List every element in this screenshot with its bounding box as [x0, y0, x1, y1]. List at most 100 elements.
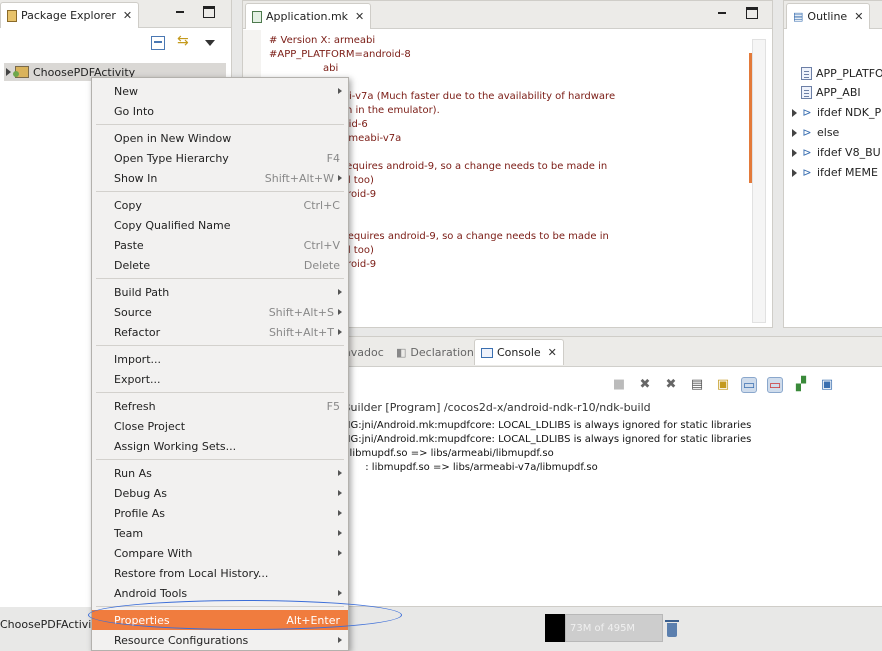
menu-item-paste[interactable]: Paste Ctrl+V — [92, 235, 348, 255]
show-when-stdout-icon[interactable]: ▭ — [741, 377, 757, 393]
menu-item-properties[interactable]: Properties Alt+Enter — [92, 610, 348, 630]
menu-item-shortcut: Shift+Alt+W — [264, 171, 334, 185]
menu-item-android-tools[interactable]: Android Tools — [92, 583, 348, 603]
tab-label: avadoc — [344, 346, 384, 359]
outline-item[interactable]: ⊳ ifdef V8_BU — [792, 146, 881, 159]
close-icon[interactable]: ✕ — [123, 9, 132, 22]
tab-declaration[interactable]: ◧ Declaration — [389, 339, 481, 365]
collapse-all-icon[interactable] — [151, 36, 165, 50]
menu-item-label: Close Project — [114, 419, 186, 433]
menu-item-copy[interactable]: Copy Ctrl+C — [92, 195, 348, 215]
minimize-icon[interactable] — [174, 6, 186, 18]
menu-item-label: Build Path — [114, 285, 170, 299]
console-line: : libmupdf.so => libs/armeabi-v7a/libmup… — [343, 462, 598, 473]
menu-item-open-type-hierarchy[interactable]: Open Type Hierarchy F4 — [92, 148, 348, 168]
outline-item-label: ifdef NDK_P — [817, 106, 882, 119]
close-icon[interactable]: ✕ — [355, 10, 364, 23]
remove-all-launches-icon[interactable]: ✖ — [663, 377, 679, 393]
menu-item-label: Import... — [114, 352, 161, 366]
menu-item-delete[interactable]: Delete Delete — [92, 255, 348, 275]
submenu-arrow-icon — [338, 490, 342, 496]
tab-application-mk[interactable]: Application.mk ✕ — [245, 3, 372, 29]
menu-separator — [96, 191, 344, 192]
menu-item-open-in-new-window[interactable]: Open in New Window — [92, 128, 348, 148]
maximize-icon[interactable] — [203, 6, 215, 18]
menu-item-export[interactable]: Export... — [92, 369, 348, 389]
display-console-icon[interactable]: ▣ — [819, 377, 835, 393]
menu-item-label: Export... — [114, 372, 161, 386]
expand-arrow-icon[interactable] — [792, 148, 797, 157]
menu-item-build-path[interactable]: Build Path — [92, 282, 348, 302]
tab-package-explorer[interactable]: Package Explorer ✕ — [0, 2, 140, 28]
outline-item-label: ifdef MEME — [817, 166, 878, 179]
tab-label: Declaration — [410, 346, 474, 359]
menu-item-shortcut: F5 — [326, 399, 340, 413]
remove-launch-icon[interactable]: ✖ — [637, 377, 653, 393]
menu-item-import[interactable]: Import... — [92, 349, 348, 369]
clear-console-icon[interactable]: ▤ — [689, 377, 705, 393]
menu-item-assign-working-sets[interactable]: Assign Working Sets... — [92, 436, 348, 456]
menu-item-close-project[interactable]: Close Project — [92, 416, 348, 436]
menu-item-restore-from-local-history[interactable]: Restore from Local History... — [92, 563, 348, 583]
submenu-arrow-icon — [338, 510, 342, 516]
expand-arrow-icon[interactable] — [792, 128, 797, 137]
menu-item-new[interactable]: New — [92, 81, 348, 101]
submenu-arrow-icon — [338, 329, 342, 335]
editor-scrollbar[interactable] — [752, 39, 766, 323]
pin-console-icon[interactable]: ▞ — [793, 377, 809, 393]
menu-item-label: Profile As — [114, 506, 165, 520]
outline-item[interactable]: ⊳ ifdef NDK_P — [792, 106, 881, 119]
menu-item-compare-with[interactable]: Compare With — [92, 543, 348, 563]
menu-item-shortcut: Ctrl+V — [303, 238, 340, 252]
menu-item-source[interactable]: Source Shift+Alt+S — [92, 302, 348, 322]
submenu-arrow-icon — [338, 470, 342, 476]
menu-separator — [96, 278, 344, 279]
tab-label: Outline — [807, 10, 848, 23]
heap-status-text: 73M of 495M — [570, 623, 636, 634]
menu-item-team[interactable]: Team — [92, 523, 348, 543]
menu-item-refresh[interactable]: Refresh F5 — [92, 396, 348, 416]
package-explorer-tabbar: Package Explorer ✕ — [0, 0, 231, 28]
maximize-icon[interactable] — [746, 7, 758, 19]
run-garbage-collector-icon[interactable] — [665, 619, 679, 637]
link-with-editor-icon[interactable] — [177, 33, 191, 50]
minimize-icon[interactable] — [716, 7, 728, 19]
menu-item-refactor[interactable]: Refactor Shift+Alt+T — [92, 322, 348, 342]
tab-outline[interactable]: ▤ Outline ✕ — [786, 3, 871, 29]
menu-item-label: Android Tools — [114, 586, 188, 600]
menu-separator — [96, 392, 344, 393]
menu-item-go-into[interactable]: Go Into — [92, 101, 348, 121]
scroll-lock-icon[interactable]: ▣ — [715, 377, 731, 393]
menu-item-profile-as[interactable]: Profile As — [92, 503, 348, 523]
outline-item[interactable]: APP_ABI — [792, 86, 861, 99]
expand-arrow-icon[interactable] — [6, 68, 11, 76]
expand-arrow-icon[interactable] — [792, 168, 797, 177]
close-icon[interactable]: ✕ — [854, 10, 863, 23]
menu-item-resource-configurations[interactable]: Resource Configurations — [92, 630, 348, 650]
menu-item-show-in[interactable]: Show In Shift+Alt+W — [92, 168, 348, 188]
heap-status[interactable]: 73M of 495M — [565, 614, 663, 642]
outline-item[interactable]: APP_PLATFO — [792, 67, 882, 80]
close-icon[interactable]: ✕ — [548, 346, 557, 359]
show-when-stderr-icon[interactable]: ▭ — [767, 377, 783, 393]
menu-item-shortcut: Alt+Enter — [286, 613, 340, 627]
console-line: NG:jni/Android.mk:mupdfcore: LOCAL_LDLIB… — [343, 434, 752, 445]
menu-item-label: Refresh — [114, 399, 156, 413]
menu-item-label: Debug As — [114, 486, 167, 500]
overview-ruler-mark — [749, 53, 752, 183]
view-menu-icon[interactable] — [203, 36, 217, 50]
menu-item-copy-qualified-name[interactable]: Copy Qualified Name — [92, 215, 348, 235]
menu-item-debug-as[interactable]: Debug As — [92, 483, 348, 503]
tab-console[interactable]: Console ✕ — [474, 339, 564, 365]
menu-item-run-as[interactable]: Run As — [92, 463, 348, 483]
console-icon — [481, 347, 493, 358]
outline-panel: ▤ Outline ✕ APP_PLATFO APP_ABI ⊳ ifdef NDK_… — [783, 0, 882, 328]
outline-item[interactable]: ⊳ else — [792, 126, 839, 139]
outline-item[interactable]: ⊳ ifdef MEME — [792, 166, 878, 179]
submenu-arrow-icon — [338, 550, 342, 556]
menu-item-label: New — [114, 84, 138, 98]
android-project-icon — [13, 66, 29, 78]
expand-arrow-icon[interactable] — [792, 108, 797, 117]
terminate-icon[interactable]: ■ — [611, 377, 627, 393]
console-output[interactable]: NG:jni/Android.mk:mupdfcore: LOCAL_LDLIB… — [343, 419, 751, 475]
